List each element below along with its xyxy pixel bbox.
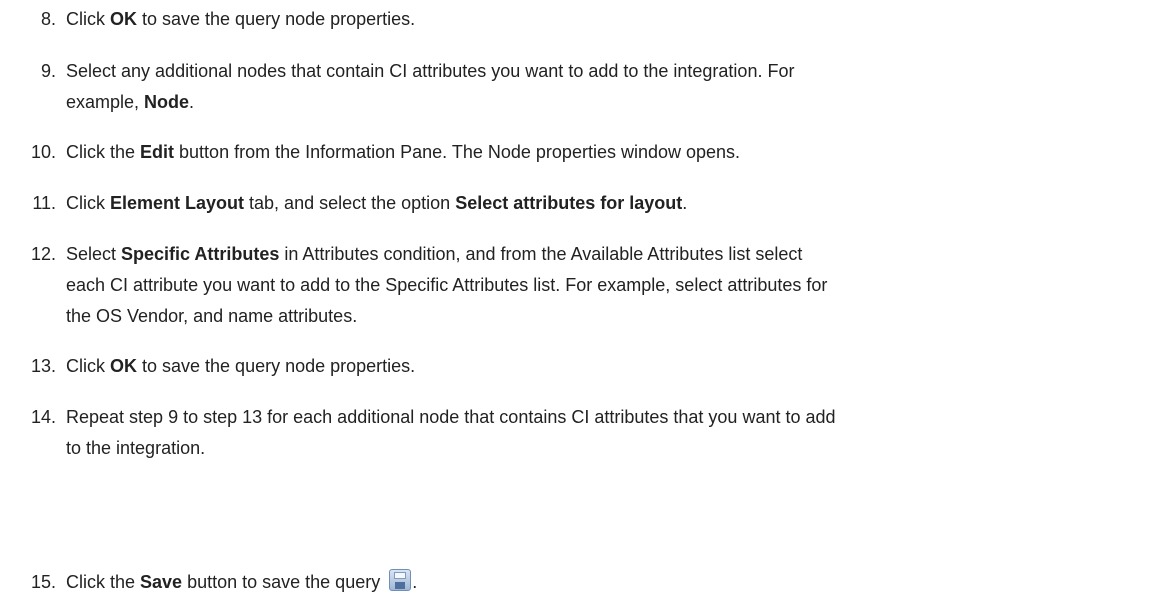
ui-term: Edit xyxy=(140,142,175,162)
step-text: Select Specific Attributes in Attributes… xyxy=(66,244,828,326)
ui-term: OK xyxy=(110,356,137,376)
ui-term: Save xyxy=(140,572,183,592)
step-text: Select any additional nodes that contain… xyxy=(66,61,795,112)
ui-term: Node xyxy=(144,92,190,112)
step-number: 13. xyxy=(30,356,56,376)
step-number: 15. xyxy=(30,572,56,592)
step-number: 12. xyxy=(30,244,56,264)
step-text: Click Element Layout tab, and select the… xyxy=(66,193,688,213)
step-number: 9. xyxy=(40,61,56,81)
ui-term: Element Layout xyxy=(110,193,245,213)
ui-term: OK xyxy=(110,9,137,29)
step-text: Click the Edit button from the Informati… xyxy=(66,142,741,162)
step-text: Repeat step 9 to step 13 for each additi… xyxy=(66,407,836,458)
step-number: 10. xyxy=(30,142,56,162)
step-text: Click OK to save the query node properti… xyxy=(66,356,416,376)
step-number: 8. xyxy=(40,9,56,29)
step-number: 14. xyxy=(30,407,56,427)
ui-term: Specific Attributes xyxy=(121,244,280,264)
step-text: Click OK to save the query node properti… xyxy=(66,9,416,29)
step-number: 11. xyxy=(32,193,56,213)
save-icon xyxy=(389,569,412,591)
step-text: Click the Save button to save the query … xyxy=(66,567,1160,598)
ui-term: Select attributes for layout xyxy=(455,193,683,213)
